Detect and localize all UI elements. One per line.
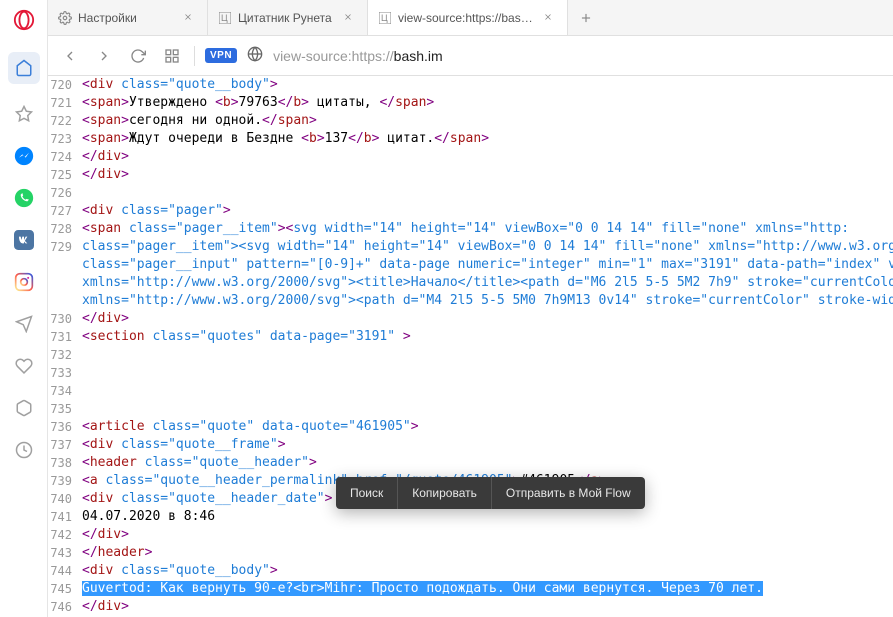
ctx-flow[interactable]: Отправить в Мой Flow: [492, 477, 645, 509]
source-line: 733: [48, 364, 893, 382]
source-line: 722 <span>cегодня ни одной.</span>: [48, 112, 893, 130]
source-line: 738 <header class="quote__header">: [48, 454, 893, 472]
vk-icon[interactable]: [12, 228, 36, 252]
tab-viewsource[interactable]: Ц view-source:https://bash.im: [368, 0, 568, 35]
source-line: 730 </div>: [48, 310, 893, 328]
close-icon[interactable]: [343, 11, 357, 25]
ctx-copy[interactable]: Копировать: [398, 477, 492, 509]
ctx-search[interactable]: Поиск: [336, 477, 398, 509]
bash-favicon: Ц: [378, 11, 392, 25]
back-button[interactable]: [58, 44, 82, 68]
source-line: 734: [48, 382, 893, 400]
bash-favicon: Ц: [218, 11, 232, 25]
tab-bar: Настройки Ц Цитатник Рунета Ц view-sourc…: [48, 0, 893, 36]
source-line: 720 <div class="quote__body">: [48, 76, 893, 94]
source-line: 732: [48, 346, 893, 364]
toolbar: VPN view-source:https://bash.im: [48, 36, 893, 76]
instagram-icon[interactable]: [12, 270, 36, 294]
cube-icon[interactable]: [12, 396, 36, 420]
source-line: 721 <span>Утверждено <b>79763</b> цитаты…: [48, 94, 893, 112]
speed-dial-button[interactable]: [160, 44, 184, 68]
tab-label: view-source:https://bash.im: [398, 11, 537, 25]
globe-icon: [247, 46, 263, 65]
tab-settings[interactable]: Настройки: [48, 0, 208, 35]
star-icon[interactable]: [12, 102, 36, 126]
source-line: 737 <div class="quote__frame">: [48, 436, 893, 454]
source-line: class="pager__input" pattern="[0-9]+" da…: [48, 256, 893, 274]
source-line: 743 </header>: [48, 544, 893, 562]
forward-button[interactable]: [92, 44, 116, 68]
address-bar[interactable]: view-source:https://bash.im: [273, 48, 883, 64]
home-icon[interactable]: [8, 52, 40, 84]
source-line: 742 </div>: [48, 526, 893, 544]
source-line: 724 </div>: [48, 148, 893, 166]
close-icon[interactable]: [183, 11, 197, 25]
new-tab-button[interactable]: [568, 0, 604, 35]
source-line: 723 <span>Ждут очереди в Бездне <b>137</…: [48, 130, 893, 148]
source-line: 736<article class="quote" data-quote="46…: [48, 418, 893, 436]
source-line: 727 <div class="pager">: [48, 202, 893, 220]
source-line: 728 <span class="pager__item"><svg width…: [48, 220, 893, 238]
main: Настройки Ц Цитатник Рунета Ц view-sourc…: [48, 0, 893, 617]
context-menu: ПоискКопироватьОтправить в Мой Flow: [336, 477, 645, 509]
svg-text:Ц: Ц: [381, 13, 388, 23]
source-line: 741 04.07.2020 в 8:46: [48, 508, 893, 526]
source-line: 744 <div class="quote__body">: [48, 562, 893, 580]
source-line: 746 </div>: [48, 598, 893, 616]
svg-text:Ц: Ц: [221, 13, 228, 23]
tab-bash[interactable]: Ц Цитатник Рунета: [208, 0, 368, 35]
source-line: 729class="pager__item"><svg width="14" h…: [48, 238, 893, 256]
tab-label: Настройки: [78, 11, 177, 25]
opera-logo-icon[interactable]: [10, 6, 38, 34]
vpn-badge[interactable]: VPN: [205, 48, 237, 63]
tab-label: Цитатник Рунета: [238, 11, 337, 25]
source-line: 735: [48, 400, 893, 418]
whatsapp-icon[interactable]: [12, 186, 36, 210]
clock-icon[interactable]: [12, 438, 36, 462]
source-line: 731<section class="quotes" data-page="31…: [48, 328, 893, 346]
source-line: 726: [48, 184, 893, 202]
heart-icon[interactable]: [12, 354, 36, 378]
source-line: xmlns="http://www.w3.org/2000/svg"><titl…: [48, 274, 893, 292]
sidebar: [0, 0, 48, 617]
source-viewer[interactable]: 720 <div class="quote__body">721 <span>У…: [48, 76, 893, 617]
send-icon[interactable]: [12, 312, 36, 336]
source-line: 745 Guvertod: Как вернуть 90-е?<br>Mihr:…: [48, 580, 893, 598]
source-line: 725</div>: [48, 166, 893, 184]
reload-button[interactable]: [126, 44, 150, 68]
gear-icon: [58, 11, 72, 25]
messenger-icon[interactable]: [12, 144, 36, 168]
close-icon[interactable]: [543, 11, 557, 25]
source-line: xmlns="http://www.w3.org/2000/svg"><path…: [48, 292, 893, 310]
